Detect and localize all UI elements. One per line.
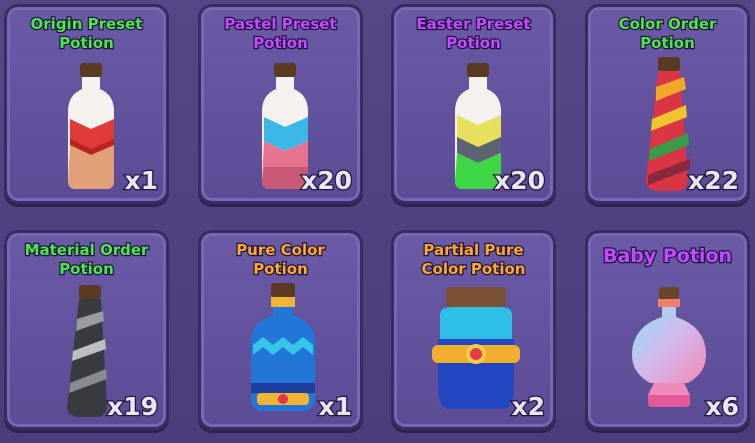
potion-card-partial-pure-color[interactable]: Partial Pure Color Potion x2 <box>391 230 556 430</box>
potion-card-easter-preset[interactable]: Easter Preset Potion x20 <box>391 4 556 204</box>
potion-count: x6 <box>704 391 740 423</box>
potion-count: x2 <box>510 391 546 423</box>
potion-card-baby[interactable]: Baby Potion x6 <box>585 230 750 430</box>
potion-count: x1 <box>317 391 353 423</box>
potion-count: x22 <box>687 165 740 197</box>
potion-count: x20 <box>493 165 546 197</box>
potion-count: x1 <box>123 165 159 197</box>
potion-card-material-order[interactable]: Material Order Potion x19 <box>4 230 169 430</box>
potion-count: x19 <box>106 391 159 423</box>
potion-card-color-order[interactable]: Color Order Potion x22 <box>585 4 750 204</box>
potion-card-origin-preset[interactable]: Origin Preset Potion x1 <box>4 4 169 204</box>
potion-card-pastel-preset[interactable]: Pastel Preset Potion x20 <box>198 4 363 204</box>
potion-card-pure-color[interactable]: Pure Color Potion x1 <box>198 230 363 430</box>
potion-count: x20 <box>300 165 353 197</box>
potion-inventory-grid: Origin Preset Potion x1 Pastel Preset Po… <box>0 0 755 443</box>
